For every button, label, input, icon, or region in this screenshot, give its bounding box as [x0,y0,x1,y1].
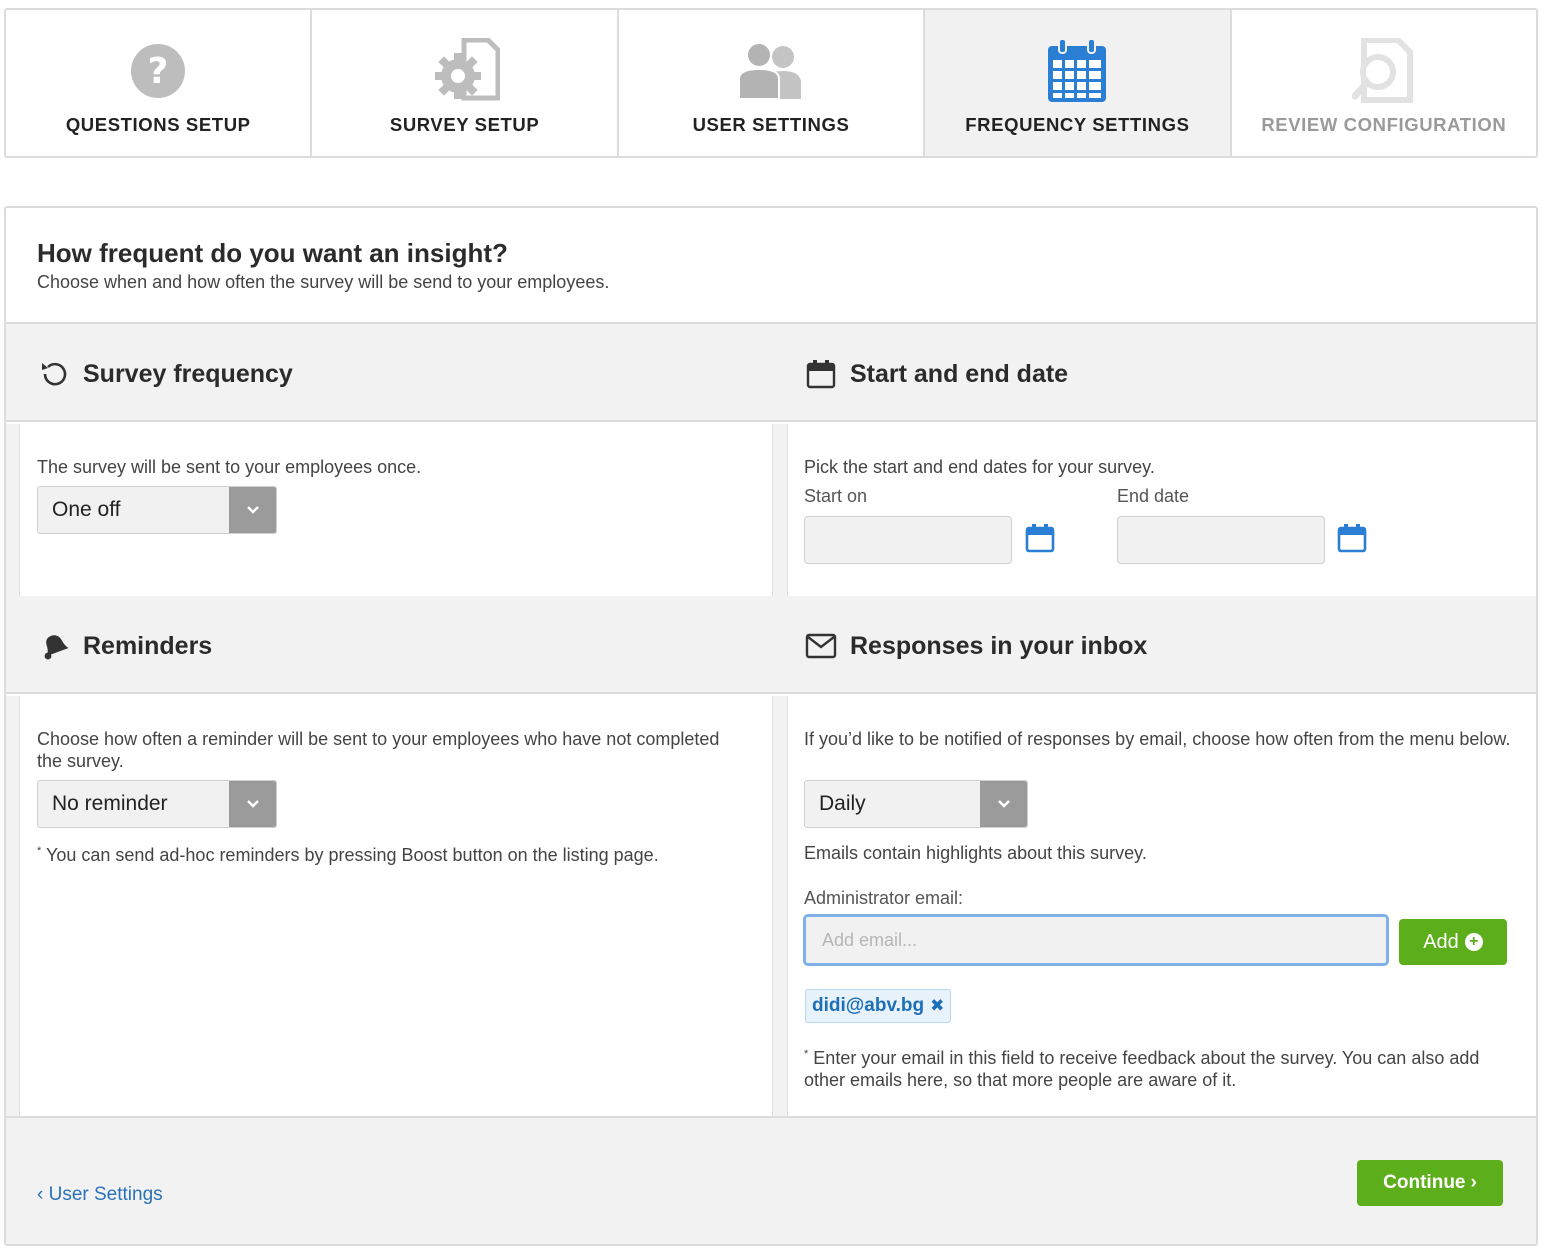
chevron-down-icon [229,487,276,533]
step-frequency-settings[interactable]: FREQUENCY SETTINGS [925,10,1232,156]
admin-email-input[interactable] [803,914,1389,966]
card-footer: ‹ User Settings Continue › [6,1116,1536,1244]
question-circle-icon: ? [123,36,193,106]
add-email-button[interactable]: Add + [1399,919,1507,965]
inbox-description: If you’d like to be notified of response… [804,729,1511,749]
left-gutter [6,696,20,1116]
back-link[interactable]: ‹ User Settings [37,1184,163,1206]
section-header-row-2: Reminders Responses in your inbox [6,596,1536,694]
inbox-frequency-select[interactable]: Daily [804,780,1028,828]
magnifier-document-icon [1349,36,1419,106]
calendar-icon [804,357,838,391]
page-subtitle: Choose when and how often the survey wil… [37,272,610,292]
email-tag: didi@abv.bg ✖ [805,989,952,1023]
reminders-description: Choose how often a reminder will be sent… [37,729,720,771]
step-review-configuration[interactable]: REVIEW CONFIGURATION [1232,10,1536,156]
refresh-icon [37,357,71,391]
start-end-date-heading: Start and end date [804,357,1068,391]
step-label: FREQUENCY SETTINGS [965,114,1190,135]
reminders-heading: Reminders [37,629,212,663]
wizard-steps: ? QUESTIONS SETUP SURVEY SETUP USER SETT… [4,8,1538,158]
chevron-right-icon: › [1470,1172,1477,1193]
step-user-settings[interactable]: USER SETTINGS [619,10,926,156]
dates-description: Pick the start and end dates for your su… [804,457,1155,477]
inbox-note: * Enter your email in this field to rece… [804,1048,1480,1090]
gear-document-icon [430,36,500,106]
svg-text:?: ? [148,51,169,92]
step-label: REVIEW CONFIGURATION [1261,114,1507,135]
admin-email-label: Administrator email: [804,888,964,908]
step-label: SURVEY SETUP [389,114,540,135]
step-label: USER SETTINGS [692,114,850,135]
plus-circle-icon: + [1464,933,1483,951]
end-date-calendar-icon[interactable] [1336,522,1368,554]
page-title: How frequent do you want an insight? [37,238,508,268]
card-header: How frequent do you want an insight? Cho… [6,208,1536,324]
step-label: QUESTIONS SETUP [65,114,251,135]
chevron-left-icon: ‹ [37,1184,49,1205]
envelope-icon [804,629,838,663]
step-questions-setup[interactable]: ? QUESTIONS SETUP [6,10,313,156]
calendar-icon [1042,36,1112,106]
chevron-down-icon [229,781,276,827]
end-date-label: End date [1117,486,1190,506]
emails-highlights-text: Emails contain highlights about this sur… [804,843,1147,863]
frequency-settings-card: How frequent do you want an insight? Cho… [4,206,1538,1246]
middle-gutter [772,696,788,1116]
step-survey-setup[interactable]: SURVEY SETUP [312,10,619,156]
responses-inbox-heading: Responses in your inbox [804,629,1147,663]
users-icon [736,36,806,106]
left-gutter [6,424,20,596]
reminder-select[interactable]: No reminder [37,780,277,828]
bell-icon [37,629,71,663]
reminders-note: * You can send ad-hoc reminders by press… [37,845,659,865]
end-date-input[interactable] [1117,516,1325,564]
remove-tag-icon[interactable]: ✖ [930,996,944,1016]
survey-frequency-heading: Survey frequency [37,357,293,391]
chevron-down-icon [980,781,1027,827]
start-date-calendar-icon[interactable] [1024,522,1056,554]
start-on-label: Start on [804,486,868,506]
frequency-select[interactable]: One off [37,486,277,534]
continue-button[interactable]: Continue › [1357,1160,1503,1206]
middle-gutter [772,424,788,596]
start-date-input[interactable] [804,516,1012,564]
section-header-row-1: Survey frequency Start and end date [6,324,1536,422]
frequency-description: The survey will be sent to your employee… [37,457,422,477]
